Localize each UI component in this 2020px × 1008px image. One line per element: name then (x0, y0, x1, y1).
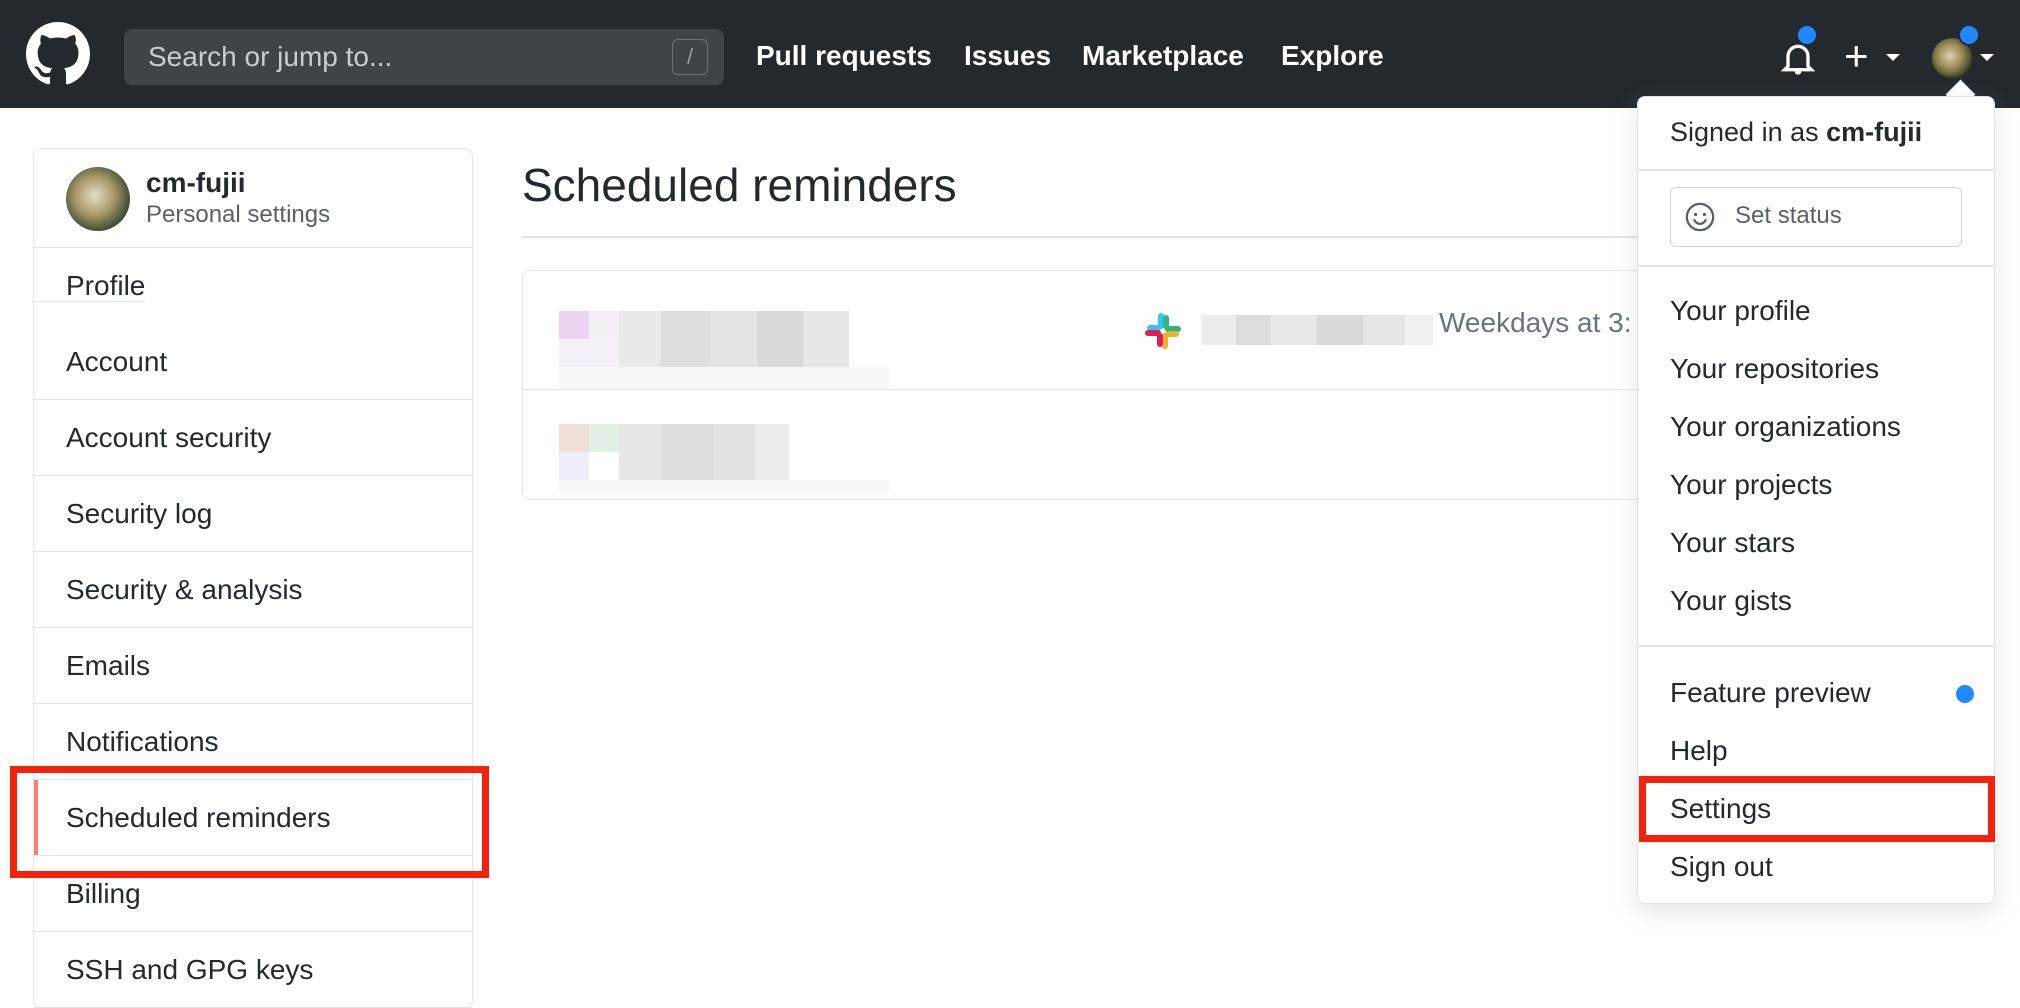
search-input[interactable] (124, 29, 644, 85)
signed-in-as-label: Signed in as cm-fujii (1670, 117, 1922, 148)
set-status-label: Set status (1735, 202, 1842, 229)
sidebar-user-header: cm-fujii Personal settings (34, 149, 472, 248)
menu-feature-preview[interactable]: Feature preview (1670, 677, 1871, 709)
redacted-pixel (589, 311, 619, 339)
reminder-schedule: Weekdays at 3: (1439, 307, 1632, 338)
nav-pull-requests[interactable]: Pull requests (756, 30, 932, 82)
dropdown-divider (1638, 645, 1994, 647)
nav-issues[interactable]: Issues (964, 30, 1051, 82)
reminders-list: Weekdays at 3: (522, 270, 1642, 500)
avatar (66, 167, 130, 231)
dropdown-divider (1638, 169, 1994, 171)
top-navigation-bar: / Pull requests Issues Marketplace Explo… (0, 0, 2020, 108)
sidebar-subtitle: Personal settings (146, 201, 331, 228)
avatar-chevron-down-icon (1980, 54, 1994, 61)
redacted-pixel (559, 367, 889, 389)
menu-your-organizations[interactable]: Your organizations (1670, 411, 1901, 443)
redacted-pixel (559, 480, 889, 494)
menu-sign-out[interactable]: Sign out (1670, 851, 1773, 883)
highlight-box-settings (1639, 776, 1995, 842)
page-title: Scheduled reminders (522, 159, 957, 211)
sidebar-item-security-analysis[interactable]: Security & analysis (34, 552, 472, 628)
menu-your-repositories[interactable]: Your repositories (1670, 353, 1879, 385)
menu-your-projects[interactable]: Your projects (1670, 469, 1832, 501)
menu-your-stars[interactable]: Your stars (1670, 527, 1795, 559)
sidebar-item-profile[interactable]: Profile (34, 270, 146, 302)
sidebar-item-security-log[interactable]: Security log (34, 476, 472, 552)
sidebar-item-ssh-gpg-keys[interactable]: SSH and GPG keys (34, 932, 472, 1008)
reminder-row[interactable] (523, 389, 1641, 499)
notification-unread-dot (1796, 24, 1818, 46)
sidebar-item-emails[interactable]: Emails (34, 628, 472, 704)
redacted-pixel (559, 339, 619, 367)
search-box[interactable]: / (124, 29, 724, 85)
smiley-icon (1685, 202, 1715, 232)
sidebar-item-account-security[interactable]: Account security (34, 400, 472, 476)
nav-marketplace[interactable]: Marketplace (1082, 30, 1244, 82)
redacted-avatar (559, 311, 589, 339)
sidebar-item-account[interactable]: Account (34, 324, 472, 400)
redacted-reminder-name (619, 424, 789, 480)
signed-in-username: cm-fujii (1826, 117, 1923, 147)
redacted-channel-name (1201, 315, 1433, 345)
signed-in-prefix: Signed in as (1670, 117, 1827, 147)
avatar-unread-dot (1958, 24, 1980, 46)
title-divider (522, 236, 1642, 238)
feature-preview-dot (1956, 685, 1974, 703)
chevron-down-icon (1886, 54, 1900, 61)
redacted-pixel (589, 424, 619, 452)
github-logo-icon[interactable] (26, 22, 90, 86)
dropdown-divider (1638, 265, 1994, 267)
redacted-avatar (559, 424, 589, 452)
menu-your-gists[interactable]: Your gists (1670, 585, 1792, 617)
highlight-box-scheduled-reminders (10, 766, 489, 878)
redacted-reminder-name (619, 311, 849, 367)
set-status-button[interactable]: Set status (1670, 187, 1962, 247)
nav-explore[interactable]: Explore (1281, 30, 1384, 82)
menu-your-profile[interactable]: Your profile (1670, 295, 1811, 327)
menu-help[interactable]: Help (1670, 735, 1728, 767)
redacted-pixel (559, 452, 589, 480)
slack-icon (1145, 313, 1181, 349)
settings-sidebar: cm-fujii Personal settings Profile Accou… (33, 148, 473, 1008)
plus-icon: + (1844, 32, 1869, 79)
reminder-row[interactable]: Weekdays at 3: (523, 271, 1641, 389)
sidebar-username: cm-fujii (146, 167, 246, 198)
search-shortcut-hint: / (672, 39, 708, 75)
